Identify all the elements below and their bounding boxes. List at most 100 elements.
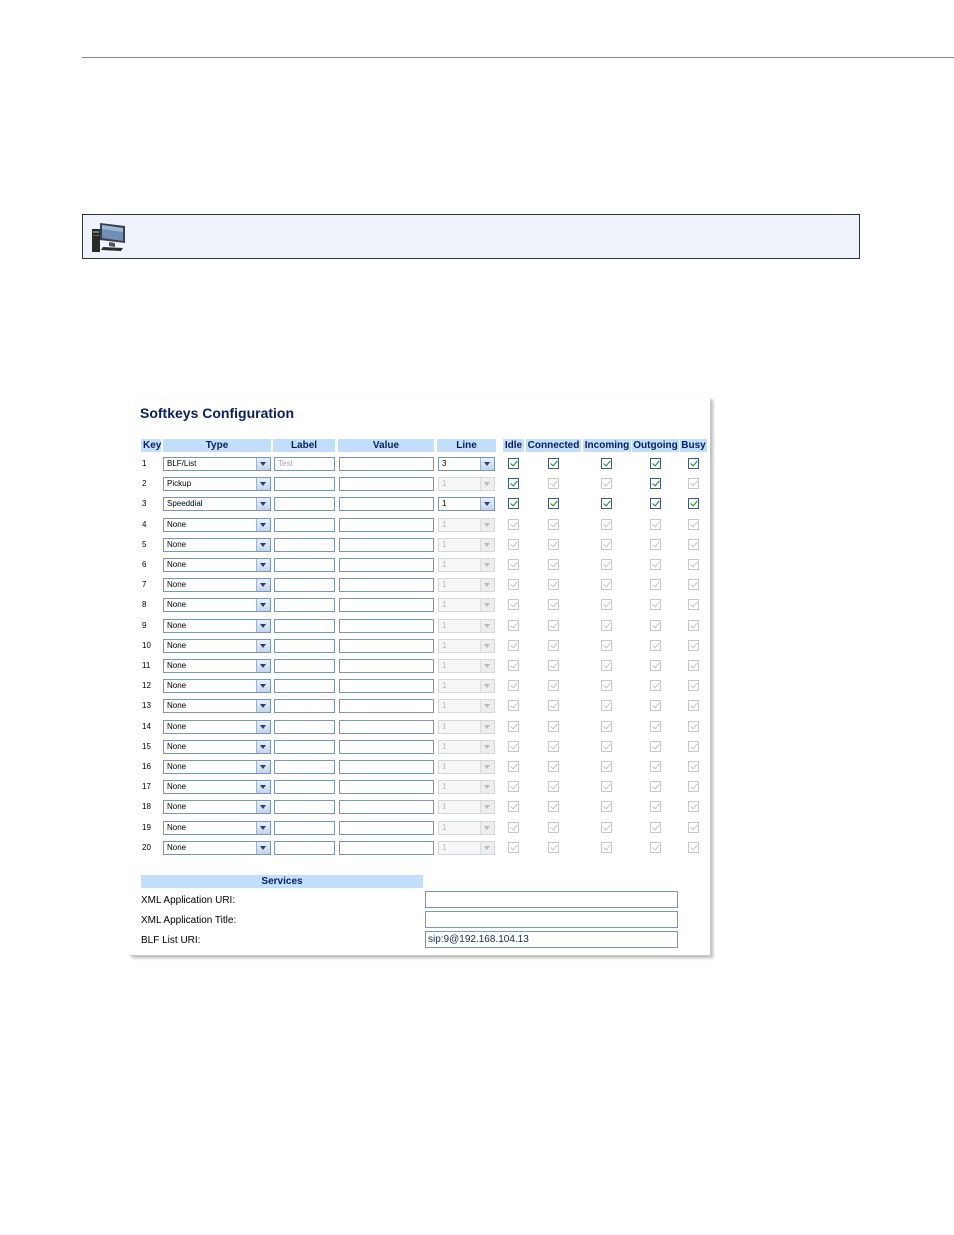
chevron-down-icon[interactable] xyxy=(480,478,494,491)
idle-checkbox[interactable] xyxy=(508,740,519,752)
type-select[interactable]: None xyxy=(163,659,271,673)
value-input[interactable] xyxy=(339,578,434,593)
busy-checkbox[interactable] xyxy=(688,458,699,469)
incoming-checkbox[interactable] xyxy=(601,740,612,752)
chevron-down-icon[interactable] xyxy=(256,660,270,672)
incoming-checkbox[interactable] xyxy=(601,720,612,732)
label-input[interactable] xyxy=(274,618,335,633)
type-select[interactable]: None xyxy=(163,840,271,855)
chevron-down-icon[interactable] xyxy=(256,498,270,511)
label-input[interactable] xyxy=(274,719,335,734)
label-input[interactable] xyxy=(274,638,335,653)
idle-checkbox[interactable] xyxy=(508,841,519,853)
idle-checkbox[interactable] xyxy=(508,660,519,671)
outgoing-checkbox[interactable] xyxy=(650,639,661,651)
idle-checkbox[interactable] xyxy=(508,559,519,570)
incoming-checkbox[interactable] xyxy=(601,761,612,772)
outgoing-checkbox[interactable] xyxy=(650,841,661,853)
value-input[interactable] xyxy=(339,699,434,714)
chevron-down-icon[interactable] xyxy=(480,700,494,713)
line-select[interactable]: 1 xyxy=(438,517,495,532)
type-select[interactable]: None xyxy=(163,618,271,633)
chevron-down-icon[interactable] xyxy=(480,660,494,672)
incoming-checkbox[interactable] xyxy=(601,841,612,853)
chevron-down-icon[interactable] xyxy=(256,559,270,571)
outgoing-checkbox[interactable] xyxy=(650,559,661,570)
line-select[interactable]: 1 xyxy=(438,840,495,855)
type-select[interactable]: None xyxy=(163,820,271,835)
line-select[interactable]: 1 xyxy=(438,780,495,795)
type-select[interactable]: None xyxy=(163,719,271,734)
chevron-down-icon[interactable] xyxy=(480,498,494,511)
xml-app-title-input[interactable] xyxy=(425,911,678,928)
label-input[interactable] xyxy=(274,578,335,593)
connected-checkbox[interactable] xyxy=(548,700,559,712)
incoming-checkbox[interactable] xyxy=(601,538,612,550)
label-input[interactable] xyxy=(274,659,335,673)
label-input[interactable] xyxy=(274,699,335,714)
busy-checkbox[interactable] xyxy=(688,680,699,692)
outgoing-checkbox[interactable] xyxy=(650,781,661,793)
label-input[interactable] xyxy=(274,760,335,774)
chevron-down-icon[interactable] xyxy=(480,538,494,551)
line-select[interactable]: 1 xyxy=(438,497,495,512)
connected-checkbox[interactable] xyxy=(548,680,559,692)
busy-checkbox[interactable] xyxy=(688,639,699,651)
busy-checkbox[interactable] xyxy=(688,781,699,793)
outgoing-checkbox[interactable] xyxy=(650,660,661,671)
outgoing-checkbox[interactable] xyxy=(650,801,661,813)
chevron-down-icon[interactable] xyxy=(256,458,270,470)
connected-checkbox[interactable] xyxy=(548,599,559,611)
busy-checkbox[interactable] xyxy=(688,700,699,712)
type-select[interactable]: None xyxy=(163,598,271,613)
busy-checkbox[interactable] xyxy=(688,579,699,591)
idle-checkbox[interactable] xyxy=(508,599,519,611)
line-select[interactable]: 1 xyxy=(438,477,495,492)
connected-checkbox[interactable] xyxy=(548,761,559,772)
type-select[interactable]: None xyxy=(163,800,271,815)
chevron-down-icon[interactable] xyxy=(256,781,270,794)
chevron-down-icon[interactable] xyxy=(256,761,270,773)
connected-checkbox[interactable] xyxy=(548,720,559,732)
value-input[interactable] xyxy=(339,840,434,855)
type-select[interactable]: None xyxy=(163,578,271,593)
type-select[interactable]: None xyxy=(163,558,271,572)
label-input[interactable] xyxy=(274,517,335,532)
idle-checkbox[interactable] xyxy=(508,761,519,772)
label-input[interactable] xyxy=(274,477,335,492)
chevron-down-icon[interactable] xyxy=(480,599,494,612)
type-select[interactable]: Speeddial xyxy=(163,497,271,512)
line-select[interactable]: 1 xyxy=(438,699,495,714)
chevron-down-icon[interactable] xyxy=(256,720,270,733)
line-select[interactable]: 1 xyxy=(438,739,495,754)
value-input[interactable] xyxy=(339,800,434,815)
chevron-down-icon[interactable] xyxy=(256,841,270,854)
chevron-down-icon[interactable] xyxy=(256,700,270,713)
incoming-checkbox[interactable] xyxy=(601,821,612,833)
connected-checkbox[interactable] xyxy=(548,740,559,752)
incoming-checkbox[interactable] xyxy=(601,660,612,671)
value-input[interactable] xyxy=(339,638,434,653)
chevron-down-icon[interactable] xyxy=(256,478,270,491)
value-input[interactable] xyxy=(339,618,434,633)
label-input[interactable] xyxy=(274,840,335,855)
outgoing-checkbox[interactable] xyxy=(650,761,661,772)
busy-checkbox[interactable] xyxy=(688,740,699,752)
outgoing-checkbox[interactable] xyxy=(650,720,661,732)
chevron-down-icon[interactable] xyxy=(480,761,494,773)
line-select[interactable]: 1 xyxy=(438,618,495,633)
line-select[interactable]: 1 xyxy=(438,558,495,572)
chevron-down-icon[interactable] xyxy=(480,821,494,834)
type-select[interactable]: None xyxy=(163,537,271,552)
value-input[interactable] xyxy=(339,517,434,532)
type-select[interactable]: None xyxy=(163,739,271,754)
idle-checkbox[interactable] xyxy=(508,700,519,712)
incoming-checkbox[interactable] xyxy=(601,498,612,510)
busy-checkbox[interactable] xyxy=(688,660,699,671)
idle-checkbox[interactable] xyxy=(508,619,519,631)
connected-checkbox[interactable] xyxy=(548,781,559,793)
connected-checkbox[interactable] xyxy=(548,559,559,570)
idle-checkbox[interactable] xyxy=(508,538,519,550)
blf-list-uri-input[interactable]: sip:9@192.168.104.13 xyxy=(425,931,678,948)
busy-checkbox[interactable] xyxy=(688,518,699,530)
